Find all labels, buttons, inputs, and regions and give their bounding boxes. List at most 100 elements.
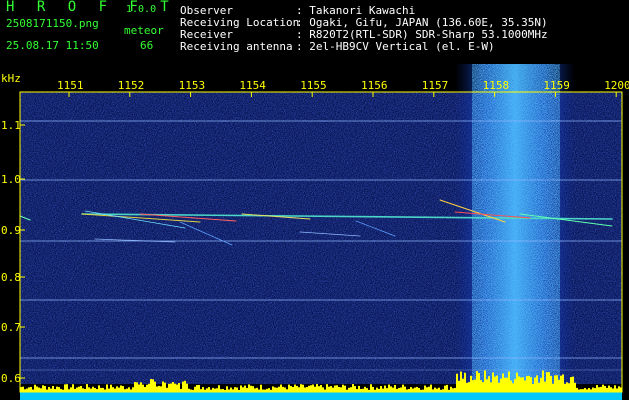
histogram-bar [550,376,552,392]
histogram-bar [90,388,92,392]
histogram-bar [72,384,74,392]
histogram-bar [58,387,60,392]
histogram-bar [570,377,572,392]
histogram-bar [342,384,344,392]
histogram-bar [316,384,318,392]
y-tick-label: 1.1 [1,119,21,132]
histogram-bar [50,388,52,392]
histogram-bar [244,385,246,392]
histogram-bar [496,375,498,392]
histogram-bar [552,383,554,392]
histogram-bar [472,380,474,392]
histogram-bar [536,375,538,392]
histogram-bar [164,382,166,392]
histogram-bar [610,387,612,392]
histogram-bar [44,386,46,392]
histogram-bar [52,385,54,392]
histogram-bar [466,382,468,392]
y-tick-label: 0.7 [1,321,21,334]
histogram-bar [110,384,112,392]
app-version: 1.0.0 [126,4,157,15]
histogram-bar [492,372,494,392]
histogram-bar [508,371,510,392]
histogram-bar [166,387,168,392]
histogram-bar [592,387,594,392]
histogram-bar [460,371,462,392]
x-tick-label: 1153 [179,79,206,92]
histogram-bar [154,381,156,392]
histogram-bar [458,380,460,392]
histogram-bar [272,386,274,392]
histogram-bar [134,382,136,392]
histogram-bar [534,377,536,392]
x-tick-label: 1158 [483,79,510,92]
y-tick-label: 0.8 [1,271,21,284]
histogram-bar [412,388,414,392]
histogram-bar [240,385,242,392]
histogram-bar [424,385,426,392]
meteor-label: meteor [124,24,164,37]
histogram-bar [236,387,238,392]
histogram-bar [28,387,30,392]
histogram-bar [276,387,278,392]
histogram-bar [366,388,368,392]
histogram-bar [414,387,416,392]
histogram-bar [568,383,570,392]
histogram-bar [174,383,176,392]
histogram-bar [118,387,120,392]
y-tick-label: 0.9 [1,224,21,237]
histogram-bar [602,384,604,392]
histogram-bar [268,388,270,392]
histogram-bar [142,384,144,392]
histogram-bar [78,386,80,392]
histogram-bar [388,384,390,392]
histogram-bar [478,372,480,392]
histogram-bar [194,386,196,392]
histogram-bar [444,385,446,392]
histogram-bar [336,385,338,392]
histogram-bar [144,386,146,392]
histogram-bar [128,387,130,392]
histogram-bar [572,376,574,392]
histogram-bar [566,382,568,392]
histogram-bar [428,386,430,392]
histogram-bar [138,384,140,392]
histogram-bar [502,373,504,392]
histogram-bar [198,384,200,392]
x-tick-label: 1200 [604,79,629,92]
histogram-bar [456,373,458,392]
noise-band-speckle [472,64,560,384]
histogram-bar [480,380,482,392]
histogram-bar [468,382,470,392]
histogram-bar [394,385,396,392]
histogram-bar [386,388,388,392]
histogram-bar [542,370,544,392]
histogram-bar [340,387,342,392]
histogram-bar [370,384,372,392]
histogram-bar [594,388,596,392]
histogram-bar [36,386,38,392]
histogram-bar [560,375,562,392]
histogram-bar [186,383,188,392]
histogram-bar [206,388,208,392]
histogram-bar [616,388,618,392]
histogram-bar [464,372,466,392]
histogram-bar [100,387,102,392]
histogram-bar [92,386,94,392]
histogram-bar [260,384,262,392]
histogram-bar [598,387,600,392]
histogram-bar [488,376,490,392]
histogram-bar [152,379,154,392]
histogram-bar [330,386,332,392]
histogram-bar [490,382,492,392]
histogram-bar [34,384,36,392]
histogram-bar [288,384,290,392]
x-tick-label: 1156 [361,79,388,92]
x-tick-label: 1151 [57,79,84,92]
histogram-bar [350,387,352,392]
histogram-bar [254,388,256,392]
histogram-bar [348,387,350,392]
histogram-bar [400,387,402,392]
histogram-bar [418,388,420,392]
histogram-bar [48,387,50,392]
